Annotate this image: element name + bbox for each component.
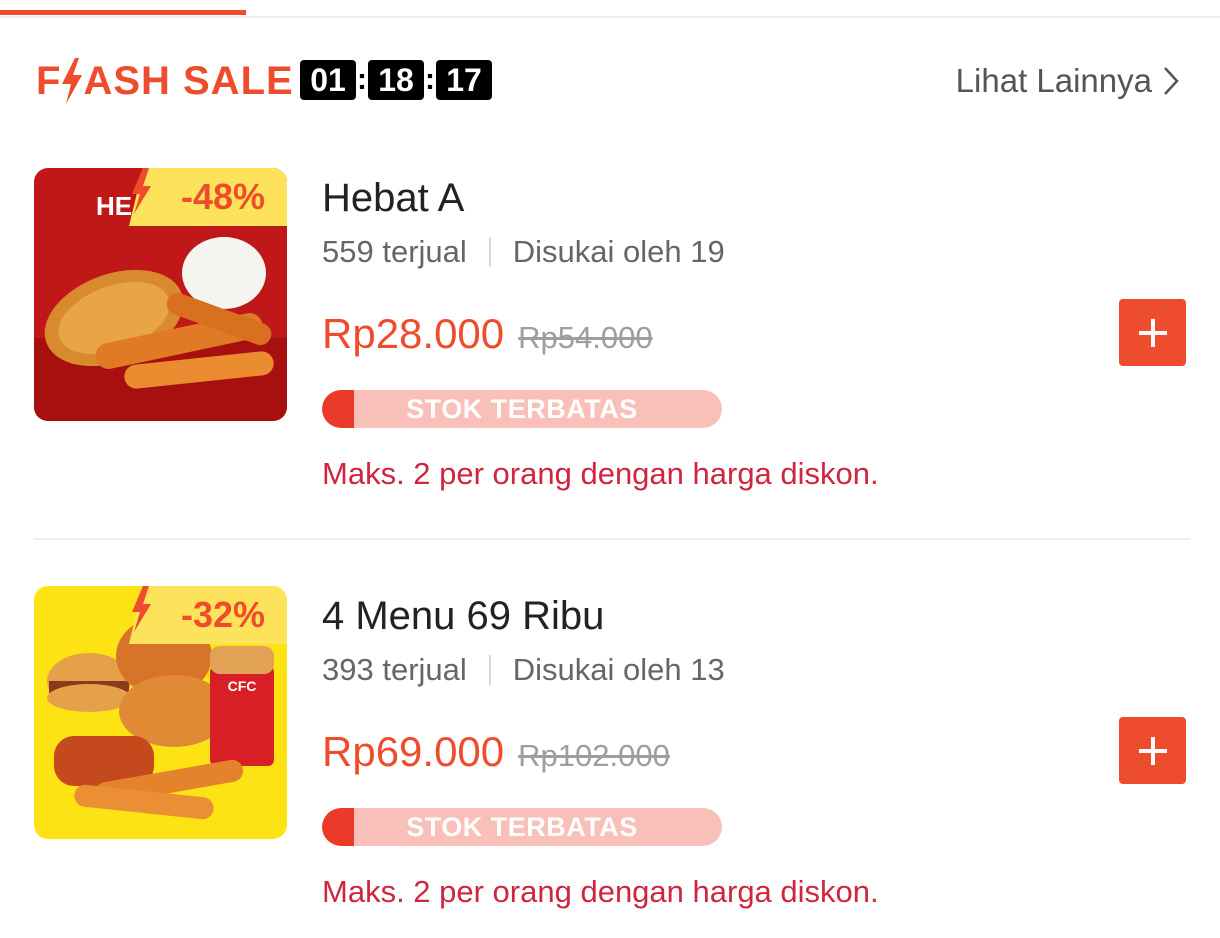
discount-badge: -48%	[129, 168, 287, 226]
sale-price: Rp28.000	[322, 310, 505, 357]
sale-price: Rp69.000	[322, 728, 505, 775]
image-text: CFC	[228, 678, 257, 694]
chevron-right-icon	[1164, 67, 1179, 95]
countdown-minutes: 18	[368, 60, 424, 100]
price-row: Rp69.000 Rp102.000	[322, 728, 670, 776]
plus-icon	[1138, 318, 1167, 347]
flash-sale-header: F ASH SALE 01 : 18 : 17 Lihat Lainnya	[0, 40, 1220, 120]
product-name[interactable]: 4 Menu 69 Ribu	[322, 594, 604, 639]
countdown-separator: :	[425, 63, 435, 96]
product-image-hebat-a[interactable]: HE -48%	[34, 168, 287, 421]
add-to-cart-button[interactable]	[1119, 717, 1186, 784]
product-image-4-menu-69-ribu[interactable]: CFC -32%	[34, 586, 287, 839]
like-count: Disukai oleh 13	[512, 652, 725, 687]
like-count: Disukai oleh 19	[512, 234, 725, 269]
stock-label: STOK TERBATAS	[406, 394, 638, 424]
tab-divider	[0, 16, 1220, 18]
countdown-hours: 01	[300, 60, 356, 100]
sold-count: 559 terjual	[322, 234, 467, 269]
lightning-bolt-icon	[60, 58, 84, 104]
discount-badge: -32%	[129, 586, 287, 644]
stock-progress-bar: STOK TERBATAS	[322, 808, 722, 846]
stats-divider	[488, 237, 491, 267]
discount-percent: -32%	[180, 594, 265, 635]
item-divider	[34, 538, 1190, 540]
image-text: HE	[96, 191, 132, 221]
countdown-separator: :	[357, 63, 367, 96]
discount-percent: -48%	[180, 176, 265, 217]
stock-progress-bar: STOK TERBATAS	[322, 390, 722, 428]
stats-divider	[488, 655, 491, 685]
original-price: Rp102.000	[518, 738, 670, 773]
active-tab-indicator	[0, 10, 246, 15]
countdown-seconds: 17	[436, 60, 492, 100]
product-stats: 393 terjual Disukai oleh 13	[322, 652, 725, 688]
logo-text: ASH SALE	[83, 58, 294, 103]
see-more-link[interactable]: Lihat Lainnya	[956, 62, 1180, 100]
original-price: Rp54.000	[518, 320, 653, 355]
sold-count: 393 terjual	[322, 652, 467, 687]
purchase-limit-note: Maks. 2 per orang dengan harga diskon.	[322, 874, 879, 909]
product-name[interactable]: Hebat A	[322, 176, 464, 221]
tab-strip	[0, 0, 1220, 18]
see-more-label: Lihat Lainnya	[955, 62, 1152, 99]
stock-label: STOK TERBATAS	[406, 812, 638, 842]
price-row: Rp28.000 Rp54.000	[322, 310, 653, 358]
purchase-limit-note: Maks. 2 per orang dengan harga diskon.	[322, 456, 879, 491]
countdown-timer: 01 : 18 : 17	[300, 60, 492, 100]
product-stats: 559 terjual Disukai oleh 19	[322, 234, 725, 270]
plus-icon	[1138, 736, 1167, 765]
logo-letter-f: F	[36, 58, 62, 103]
flash-sale-logo: F ASH SALE	[36, 56, 294, 106]
add-to-cart-button[interactable]	[1119, 299, 1186, 366]
